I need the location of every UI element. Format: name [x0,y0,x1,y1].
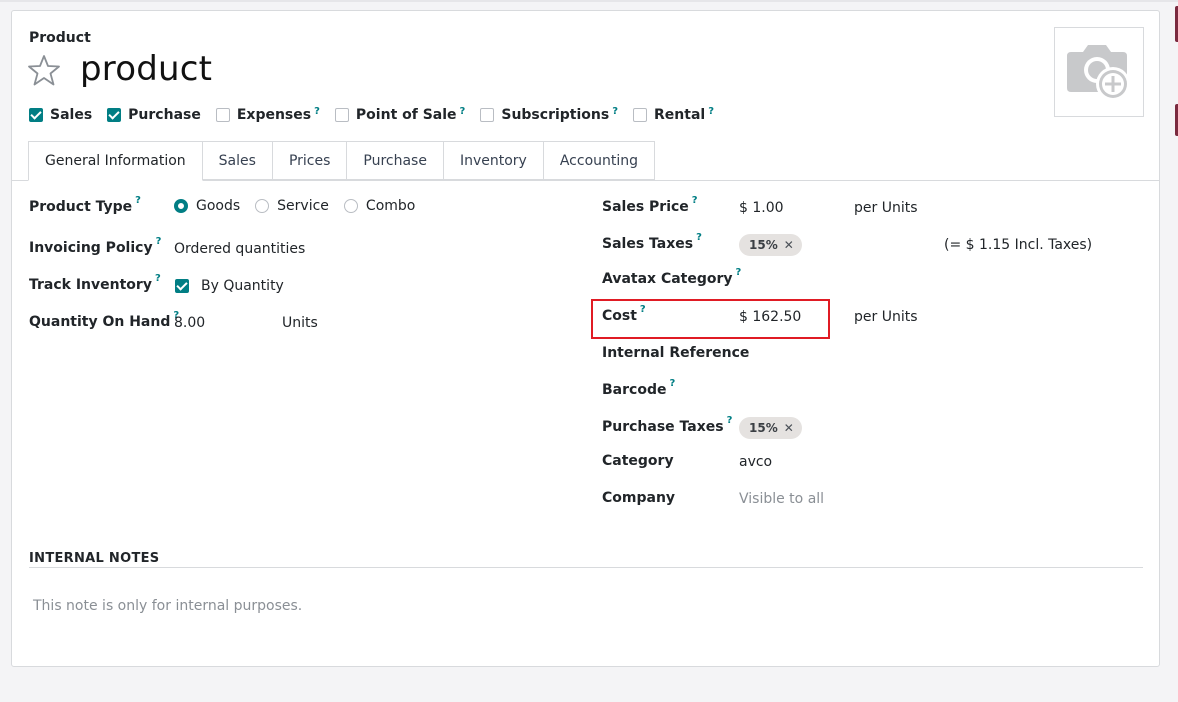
option-expenses[interactable]: Expenses? [215,106,320,123]
internal-notes-editor[interactable]: This note is only for internal purposes. [33,598,302,614]
option-rental[interactable]: Rental? [633,106,714,123]
tab-accounting[interactable]: Accounting [543,141,656,180]
tab-prices[interactable]: Prices [272,141,348,180]
tab-inventory[interactable]: Inventory [443,141,544,180]
checkbox-icon[interactable] [175,279,189,293]
close-icon[interactable]: ✕ [784,421,794,435]
help-icon[interactable]: ? [135,195,141,206]
internal-reference-label: Internal Reference [602,345,750,361]
product-name-field[interactable]: product [80,49,212,89]
radio-icon [343,199,358,213]
track-inventory-label: Track Inventory? [29,273,161,293]
radio-service[interactable]: Service [255,198,329,214]
help-icon[interactable]: ? [314,106,320,117]
product-form-sheet: Product product Sales Purchase Expenses? [11,10,1160,667]
checkbox-icon[interactable] [29,108,43,122]
option-sales[interactable]: Sales [29,107,92,123]
barcode-label: Barcode? [602,378,676,398]
category-label: Category [602,453,674,469]
star-icon[interactable] [27,53,61,87]
checkbox-icon[interactable] [215,108,230,122]
checkbox-icon[interactable] [334,108,349,122]
help-icon[interactable]: ? [692,195,698,206]
checkbox-icon[interactable] [633,108,648,122]
category-select[interactable]: avco [739,454,772,470]
sales-price-uom: per Units [854,200,918,216]
company-label: Company [602,490,676,506]
help-icon[interactable]: ? [669,378,675,389]
help-icon[interactable]: ? [708,106,714,117]
close-icon[interactable]: ✕ [784,238,794,252]
internal-notes-divider [29,567,1143,568]
qty-on-hand-value: 8.00 [174,315,206,331]
purchase-tax-tag: 15% ✕ [739,417,802,439]
help-icon[interactable]: ? [156,236,162,247]
checkbox-icon[interactable] [107,108,122,122]
radio-icon [255,199,270,213]
sales-price-incl-taxes: (= $ 1.15 Incl. Taxes) [944,237,1093,253]
option-subscriptions[interactable]: Subscriptions? [480,106,618,123]
cost-uom: per Units [854,309,918,325]
internal-notes-heading: INTERNAL NOTES [29,551,160,566]
track-inventory-field[interactable]: By Quantity [175,278,284,294]
tab-purchase[interactable]: Purchase [347,141,444,180]
company-select[interactable]: Visible to all [739,491,824,507]
help-icon[interactable]: ? [640,304,646,315]
option-point-of-sale[interactable]: Point of Sale? [334,106,466,123]
product-image-upload[interactable] [1054,27,1144,117]
qty-on-hand-label: Quantity On Hand? [29,310,180,330]
help-icon[interactable]: ? [460,106,466,117]
product-options: Sales Purchase Expenses? Point of Sale? … [29,105,729,125]
tab-general-information[interactable]: General Information [28,141,203,181]
avatax-category-label: Avatax Category? [602,267,742,287]
cost-label: Cost? [602,304,646,324]
invoicing-policy-label: Invoicing Policy? [29,236,162,256]
radio-combo[interactable]: Combo [343,198,415,214]
top-divider [0,0,1178,2]
help-icon[interactable]: ? [696,232,702,243]
sales-taxes-label: Sales Taxes? [602,232,702,252]
help-icon[interactable]: ? [155,273,161,284]
qty-on-hand-uom: Units [282,315,318,331]
camera-plus-icon [1067,45,1130,101]
radio-goods[interactable]: Goods [174,198,240,214]
product-type-label: Product Type? [29,195,141,215]
form-tabs: General Information Sales Prices Purchas… [28,141,656,181]
tab-sales[interactable]: Sales [202,141,273,180]
sales-price-input[interactable]: $ 1.00 [739,200,784,216]
purchase-taxes-label: Purchase Taxes? [602,415,733,435]
sales-price-label: Sales Price? [602,195,698,215]
checkbox-icon[interactable] [480,108,495,122]
cost-input[interactable]: $ 162.50 [739,309,801,325]
radio-icon [174,199,188,213]
invoicing-policy-select[interactable]: Ordered quantities [174,241,305,257]
product-type-radio-group: Goods Service Combo [174,198,430,214]
option-purchase[interactable]: Purchase [107,107,201,123]
sales-tax-tag: 15% ✕ [739,234,802,256]
help-icon[interactable]: ? [736,267,742,278]
help-icon[interactable]: ? [612,106,618,117]
help-icon[interactable]: ? [727,415,733,426]
model-label: Product [29,30,91,46]
